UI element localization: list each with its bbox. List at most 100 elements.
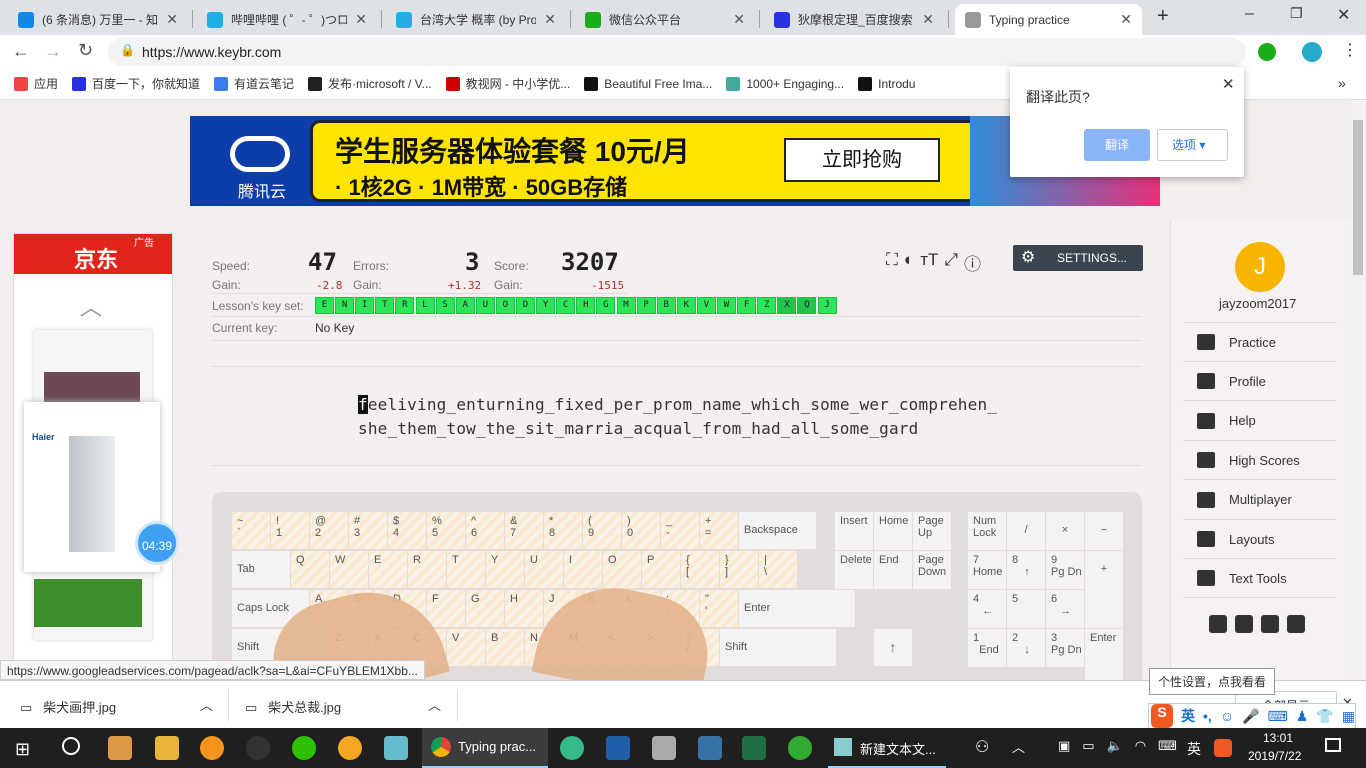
browser-tab[interactable]: 微信公众平台 ✕ xyxy=(575,4,755,35)
bookmark-item[interactable]: Beautiful Free Ima... xyxy=(584,76,712,91)
side-ad[interactable]: 京东 广告 ︿ Haier 04:39 xyxy=(13,233,179,680)
translate-button[interactable]: 翻译 xyxy=(1084,129,1150,161)
key: W xyxy=(330,551,368,588)
chevron-up-icon[interactable]: ︿ xyxy=(80,290,102,322)
bookmark-item[interactable]: 教视网 - 中小学优... xyxy=(445,75,570,92)
qq-icon[interactable] xyxy=(246,736,270,760)
sidebar-item-text-tools[interactable]: Text Tools xyxy=(1183,559,1336,599)
practice-line-2[interactable]: she_them_tow_the_sit_marria_acqual_from_… xyxy=(358,419,918,438)
download-item[interactable]: ▭ 柴犬总裁.jpg xyxy=(245,697,341,716)
app-icon[interactable] xyxy=(788,736,812,760)
facebook-icon[interactable] xyxy=(1209,615,1227,633)
sidebar-item-profile[interactable]: Profile xyxy=(1183,362,1336,402)
back-icon[interactable]: ← xyxy=(12,41,30,62)
wechat-icon[interactable] xyxy=(292,736,316,760)
google-plus-icon[interactable] xyxy=(1261,615,1279,633)
menu-icon[interactable]: ⋮ xyxy=(1342,40,1358,60)
expand-icon[interactable]: ⤢ xyxy=(944,250,958,275)
browser-tab[interactable]: 台湾大学 概率 (by Prof ✕ xyxy=(386,4,566,35)
sidebar-item-layouts[interactable]: Layouts xyxy=(1183,520,1336,559)
app-icon[interactable] xyxy=(384,736,408,760)
grid-icon[interactable]: ▦ xyxy=(1342,708,1355,725)
help-icon[interactable]: ⓘ xyxy=(964,250,981,275)
tab-close-icon[interactable]: ✕ xyxy=(355,11,367,28)
excel-icon[interactable] xyxy=(742,736,766,760)
start-icon[interactable]: ⊞ xyxy=(15,739,30,760)
banner-cta[interactable]: 立即抢购 xyxy=(784,138,940,182)
player-icon[interactable] xyxy=(338,736,362,760)
practice-line-1[interactable]: feeliving_enturning_fixed_per_prom_name_… xyxy=(358,395,997,414)
atom-icon[interactable] xyxy=(560,736,584,760)
clock-time[interactable]: 13:01 xyxy=(1263,731,1293,745)
close-window-button[interactable]: ✕ xyxy=(1337,5,1350,25)
sidebar-item-help[interactable]: Help xyxy=(1183,402,1336,441)
browser-tab[interactable]: 狄摩根定理_百度搜索 ✕ xyxy=(764,4,944,35)
maximize-button[interactable]: ❐ xyxy=(1290,5,1303,22)
twitter-icon[interactable] xyxy=(1235,615,1253,633)
scrollbar[interactable] xyxy=(1350,100,1366,680)
settings-button[interactable]: ⚙ SETTINGS... xyxy=(1013,245,1143,271)
people-icon[interactable]: ⚇ xyxy=(975,737,989,757)
search-icon[interactable] xyxy=(62,737,80,755)
url-input[interactable]: 🔒 https://www.keybr.com xyxy=(108,38,1246,66)
bookmark-item[interactable]: 有道云笔记 xyxy=(214,75,294,92)
tray-icons[interactable]: ▣ ▭ 🔈 ◠ ⌨ xyxy=(1058,738,1177,754)
current-key-value: No Key xyxy=(315,321,355,335)
lang-indicator[interactable]: 英 xyxy=(1187,739,1201,759)
avatar[interactable]: J xyxy=(1235,242,1285,292)
sogou-tray-icon[interactable] xyxy=(1214,739,1232,757)
keyboard-icon[interactable]: ⌨ xyxy=(1268,708,1288,725)
new-tab-button[interactable]: + xyxy=(1157,5,1169,28)
bookmark-item[interactable]: 发布·microsoft / V... xyxy=(308,75,432,92)
extension-icon[interactable] xyxy=(1258,43,1276,61)
bookmarks-overflow-icon[interactable]: » xyxy=(1338,75,1346,91)
mic-icon[interactable]: 🎤 xyxy=(1242,708,1259,725)
chevron-up-icon[interactable]: ︿ xyxy=(428,695,441,714)
search-app-icon[interactable] xyxy=(200,736,224,760)
close-icon[interactable]: ✕ xyxy=(1222,75,1235,93)
bookmark-item[interactable]: 1000+ Engaging... xyxy=(726,76,844,91)
taskbar-chrome[interactable]: Typing prac... xyxy=(422,728,548,768)
fullscreen-icon[interactable]: ⛶ xyxy=(886,250,898,275)
app-icon[interactable] xyxy=(652,736,676,760)
bookmark-item[interactable]: 应用 xyxy=(14,75,58,92)
browser-tab[interactable]: (6 条消息) 万里一 - 知乎 ✕ xyxy=(8,4,188,35)
profile-icon[interactable] xyxy=(1302,42,1322,62)
sidebar-item-high-scores[interactable]: High Scores xyxy=(1183,441,1336,481)
app-icon[interactable] xyxy=(108,736,132,760)
download-item[interactable]: ▭ 柴犬画押.jpg xyxy=(20,697,116,716)
emoji-icon[interactable]: ☺ xyxy=(1220,708,1234,724)
file-explorer-icon[interactable] xyxy=(155,736,179,760)
linkedin-icon[interactable] xyxy=(1287,615,1305,633)
python-icon[interactable] xyxy=(698,736,722,760)
powershell-icon[interactable] xyxy=(606,736,630,760)
user-icon[interactable]: ♟ xyxy=(1296,708,1309,725)
browser-tab[interactable]: Typing practice ✕ xyxy=(955,4,1142,35)
taskbar-notepad[interactable]: 新建文本文... xyxy=(828,728,946,768)
sidebar-item-multiplayer[interactable]: Multiplayer xyxy=(1183,481,1336,520)
tray-chevron-icon[interactable]: ︿ xyxy=(1012,737,1025,756)
ime-toolbar[interactable]: S 英 •, ☺ 🎤 ⌨ ♟ 👕 ▦ xyxy=(1148,703,1356,729)
reload-icon[interactable]: ↻ xyxy=(78,40,93,61)
minimize-button[interactable]: – xyxy=(1245,5,1254,23)
options-button[interactable]: 选项 ▾ xyxy=(1157,129,1228,161)
tab-close-icon[interactable]: ✕ xyxy=(922,11,934,28)
skin-icon[interactable]: 👕 xyxy=(1316,708,1333,725)
tab-close-icon[interactable]: ✕ xyxy=(1120,11,1132,28)
tab-close-icon[interactable]: ✕ xyxy=(733,11,745,28)
errors-value: 3 xyxy=(465,248,480,276)
font-size-icon[interactable]: ᴛT xyxy=(920,250,938,275)
tab-close-icon[interactable]: ✕ xyxy=(544,11,556,28)
forward-icon[interactable]: → xyxy=(44,41,62,62)
username[interactable]: jayzoom2017 xyxy=(1219,296,1296,311)
sidebar-item-practice[interactable]: Practice xyxy=(1183,323,1336,362)
clock-date[interactable]: 2019/7/22 xyxy=(1248,749,1301,763)
theme-icon[interactable]: ◐ xyxy=(904,250,914,275)
bookmark-item[interactable]: Introdu xyxy=(858,76,915,91)
chevron-up-icon[interactable]: ︿ xyxy=(200,695,213,714)
notification-icon[interactable] xyxy=(1325,738,1341,752)
bookmark-item[interactable]: 百度一下，你就知道 xyxy=(72,75,200,92)
keyset-key: Z xyxy=(757,297,777,314)
browser-tab[interactable]: 哔哩哔哩 ( ゜- ゜)つロ 千 ✕ xyxy=(197,4,377,35)
tab-close-icon[interactable]: ✕ xyxy=(166,11,178,28)
